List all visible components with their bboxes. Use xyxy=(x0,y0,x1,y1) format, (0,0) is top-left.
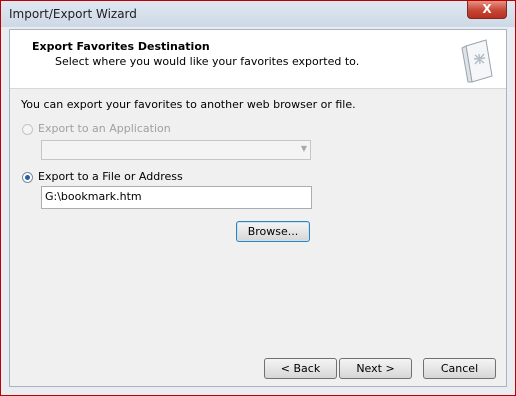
close-icon: X xyxy=(482,2,492,16)
wizard-window: Import/Export Wizard X Export Favorites … xyxy=(0,0,516,396)
export-to-file-radio[interactable] xyxy=(22,172,33,183)
intro-text: You can export your favorites to another… xyxy=(21,98,356,111)
favorites-book-icon xyxy=(461,39,493,83)
chevron-down-icon[interactable]: ▼ xyxy=(301,144,307,153)
page-subtitle: Select where you would like your favorit… xyxy=(55,55,360,68)
title-bar[interactable]: Import/Export Wizard X xyxy=(1,1,515,27)
export-to-file-label: Export to a File or Address xyxy=(38,170,183,183)
wizard-header: Export Favorites Destination Select wher… xyxy=(10,30,506,89)
next-button[interactable]: Next > xyxy=(339,358,412,379)
application-combo[interactable]: ▼ xyxy=(41,140,311,160)
radio-selected-dot xyxy=(25,175,30,180)
wizard-client-area: Export Favorites Destination Select wher… xyxy=(9,29,507,387)
file-path-input[interactable]: G:\bookmark.htm xyxy=(41,186,312,209)
browse-button[interactable]: Browse... xyxy=(236,221,310,242)
back-button[interactable]: < Back xyxy=(264,358,337,379)
cancel-button[interactable]: Cancel xyxy=(423,358,496,379)
close-button[interactable]: X xyxy=(467,1,507,19)
page-title: Export Favorites Destination xyxy=(32,40,210,53)
window-title: Import/Export Wizard xyxy=(9,7,137,21)
export-to-application-label: Export to an Application xyxy=(38,122,171,135)
export-to-application-radio[interactable] xyxy=(22,124,33,135)
